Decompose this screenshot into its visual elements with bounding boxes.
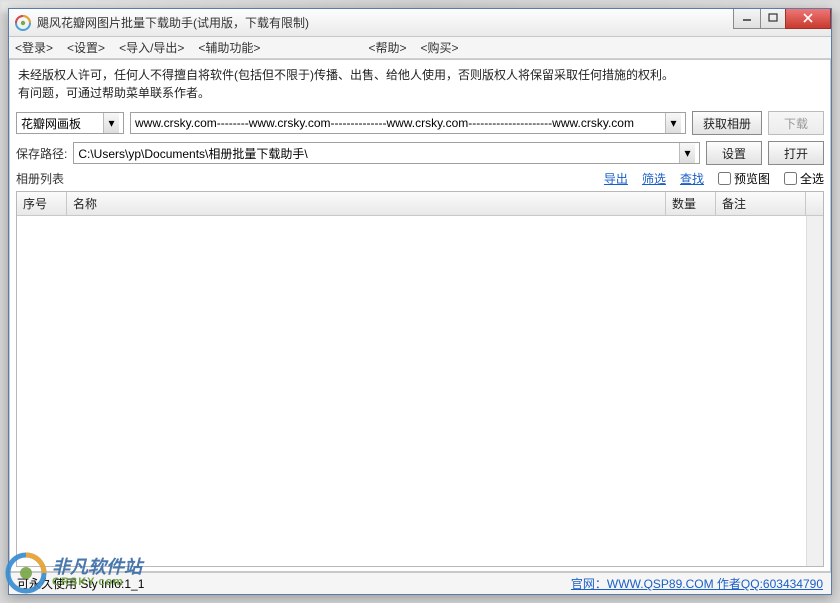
filter-link[interactable]: 筛选	[642, 170, 666, 187]
album-table: 序号 名称 数量 备注	[16, 191, 824, 567]
path-label: 保存路径:	[16, 145, 67, 162]
chevron-down-icon: ▾	[665, 113, 681, 133]
notice-text: 未经版权人许可，任何人不得擅自将软件(包括但不限于)传播、出售、给他人使用，否则…	[16, 64, 824, 108]
select-all-label: 全选	[800, 170, 824, 187]
content-area: 未经版权人许可，任何人不得擅自将软件(包括但不限于)传播、出售、给他人使用，否则…	[9, 59, 831, 572]
source-select[interactable]: 花瓣网画板 ▾	[16, 112, 124, 134]
col-number[interactable]: 序号	[17, 192, 67, 215]
statusbar: 可永久使用 Sty Info:1_1 官网：WWW.QSP89.COM 作者QQ…	[9, 572, 831, 594]
app-icon	[15, 15, 31, 31]
chevron-down-icon: ▾	[679, 143, 695, 163]
col-scroll-spacer	[806, 192, 823, 215]
menu-import-export[interactable]: <导入/导出>	[119, 39, 184, 56]
menu-help[interactable]: <帮助>	[368, 39, 406, 56]
menu-buy[interactable]: <购买>	[420, 39, 458, 56]
titlebar: 飓风花瓣网图片批量下载助手(试用版，下载有限制)	[9, 9, 831, 37]
source-row: 花瓣网画板 ▾ www.crsky.com--------www.crsky.c…	[16, 111, 824, 135]
download-button[interactable]: 下载	[768, 111, 824, 135]
path-value: C:\Users\yp\Documents\相册批量下载助手\	[78, 145, 679, 162]
col-quantity[interactable]: 数量	[666, 192, 716, 215]
window-controls	[734, 9, 831, 29]
preview-label: 预览图	[734, 170, 770, 187]
source-selected: 花瓣网画板	[21, 115, 103, 132]
status-right-link[interactable]: 官网：WWW.QSP89.COM 作者QQ:603434790	[571, 575, 823, 592]
menu-aux[interactable]: <辅助功能>	[198, 39, 260, 56]
close-button[interactable]	[785, 9, 831, 29]
chevron-down-icon: ▾	[103, 113, 119, 133]
table-header: 序号 名称 数量 备注	[17, 192, 823, 216]
vertical-scrollbar[interactable]	[806, 216, 823, 566]
menu-login[interactable]: <登录>	[15, 39, 53, 56]
col-remark[interactable]: 备注	[716, 192, 806, 215]
notice-line1: 未经版权人许可，任何人不得擅自将软件(包括但不限于)传播、出售、给他人使用，否则…	[18, 66, 822, 84]
select-all-checkbox-input[interactable]	[784, 172, 797, 185]
maximize-button[interactable]	[760, 9, 786, 29]
notice-line2: 有问题，可通过帮助菜单联系作者。	[18, 84, 822, 102]
menu-settings[interactable]: <设置>	[67, 39, 105, 56]
menubar: <登录> <设置> <导入/导出> <辅助功能> <帮助> <购买>	[9, 37, 831, 59]
fetch-album-button[interactable]: 获取相册	[692, 111, 762, 135]
path-input[interactable]: C:\Users\yp\Documents\相册批量下载助手\ ▾	[73, 142, 700, 164]
select-all-checkbox[interactable]: 全选	[784, 170, 824, 187]
path-row: 保存路径: C:\Users\yp\Documents\相册批量下载助手\ ▾ …	[16, 141, 824, 165]
list-toolbar: 相册列表 导出 筛选 查找 预览图 全选	[16, 170, 824, 187]
col-name[interactable]: 名称	[67, 192, 666, 215]
url-value: www.crsky.com--------www.crsky.com------…	[135, 116, 665, 130]
album-list-label: 相册列表	[16, 170, 64, 187]
window-title: 飓风花瓣网图片批量下载助手(试用版，下载有限制)	[37, 14, 309, 31]
path-open-button[interactable]: 打开	[768, 141, 824, 165]
preview-checkbox[interactable]: 预览图	[718, 170, 770, 187]
status-left: 可永久使用 Sty Info:1_1	[17, 575, 144, 592]
export-link[interactable]: 导出	[604, 170, 628, 187]
minimize-button[interactable]	[733, 9, 761, 29]
preview-checkbox-input[interactable]	[718, 172, 731, 185]
find-link[interactable]: 查找	[680, 170, 704, 187]
table-body	[17, 216, 823, 566]
main-window: 飓风花瓣网图片批量下载助手(试用版，下载有限制) <登录> <设置> <导入/导…	[8, 8, 832, 595]
path-settings-button[interactable]: 设置	[706, 141, 762, 165]
url-input[interactable]: www.crsky.com--------www.crsky.com------…	[130, 112, 686, 134]
